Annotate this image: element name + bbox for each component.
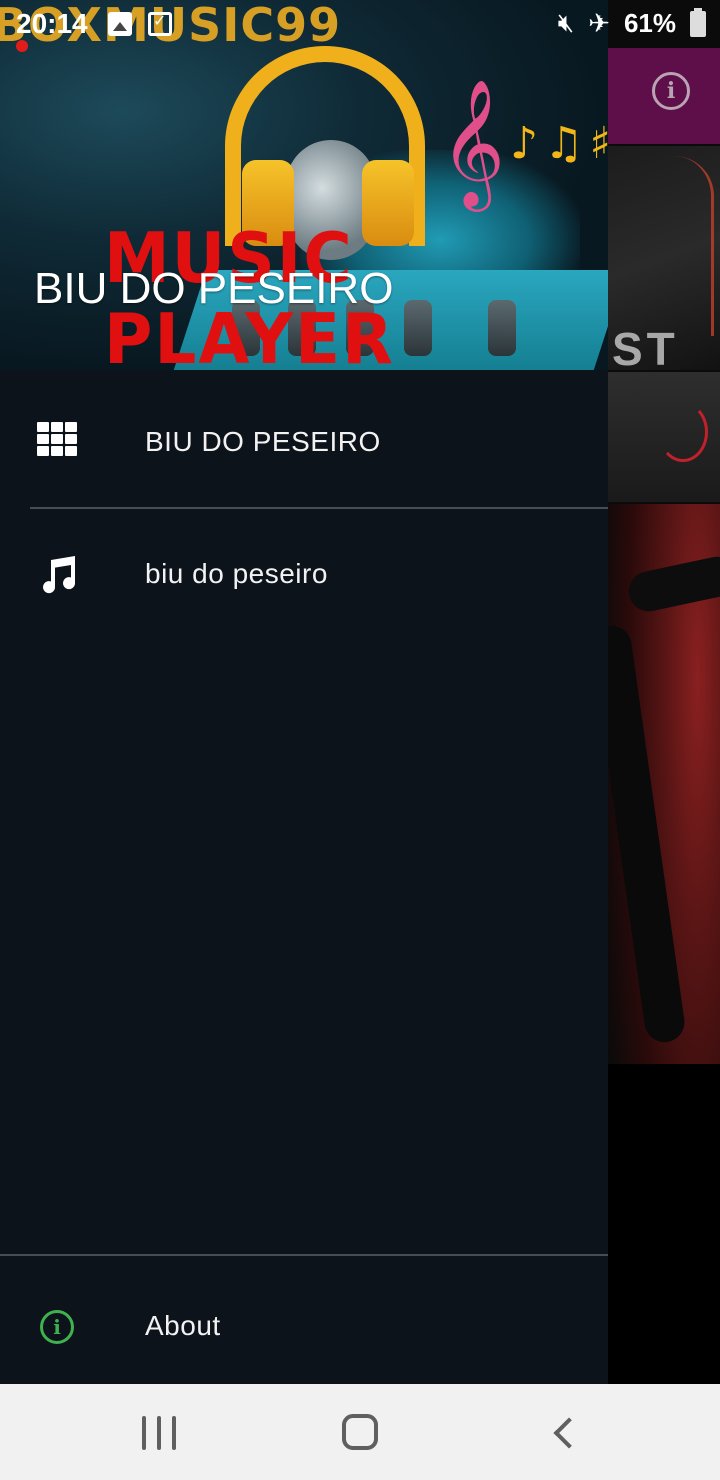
home-button[interactable] xyxy=(342,1414,378,1450)
info-icon[interactable]: i xyxy=(652,72,690,110)
battery-icon xyxy=(690,7,706,37)
divider xyxy=(30,507,608,509)
drawer-item-label: BIU DO PESEIRO xyxy=(145,426,381,457)
system-navigation-bar xyxy=(0,1384,720,1480)
download-notification-icon xyxy=(148,11,172,36)
treble-clef-icon: 𝄞 xyxy=(440,78,506,206)
background-tile-text: ST xyxy=(612,323,679,375)
music-note-icon xyxy=(43,556,76,594)
back-button[interactable] xyxy=(553,1417,585,1449)
drawer-item-label: biu do peseiro xyxy=(145,558,328,589)
navigation-drawer: BOXMUSIC99 𝄞 ♪♫♯ MUSIC PLAYER BIU DO PES… xyxy=(0,0,608,1384)
drawer-item-song[interactable]: biu do peseiro xyxy=(0,512,608,642)
divider xyxy=(0,1254,608,1256)
drawer-header-title: BIU DO PESEIRO xyxy=(34,264,394,313)
drawer-item-label: About xyxy=(145,1310,221,1341)
music-notes-icon: ♪♫♯ xyxy=(510,118,608,169)
image-notification-icon xyxy=(108,12,132,36)
mute-icon: 🔇︎ xyxy=(557,8,575,38)
grid-icon xyxy=(37,422,77,458)
recent-apps-button[interactable] xyxy=(142,1416,176,1450)
background-tile[interactable] xyxy=(608,372,720,502)
battery-percentage: 61% xyxy=(623,8,676,38)
status-time: 20:14 xyxy=(16,8,88,39)
drawer-item-about[interactable]: i About xyxy=(0,1262,608,1384)
status-bar: 20:14 🔇︎ ✈ 61% xyxy=(0,0,720,52)
recording-dot-icon xyxy=(16,40,28,52)
drawer-item-category[interactable]: BIU DO PESEIRO xyxy=(0,378,608,508)
info-icon: i xyxy=(40,1310,74,1344)
background-concert-image xyxy=(588,504,720,1384)
airplane-mode-icon: ✈ xyxy=(588,8,610,39)
drawer-header: BOXMUSIC99 𝄞 ♪♫♯ MUSIC PLAYER BIU DO PES… xyxy=(0,0,608,370)
